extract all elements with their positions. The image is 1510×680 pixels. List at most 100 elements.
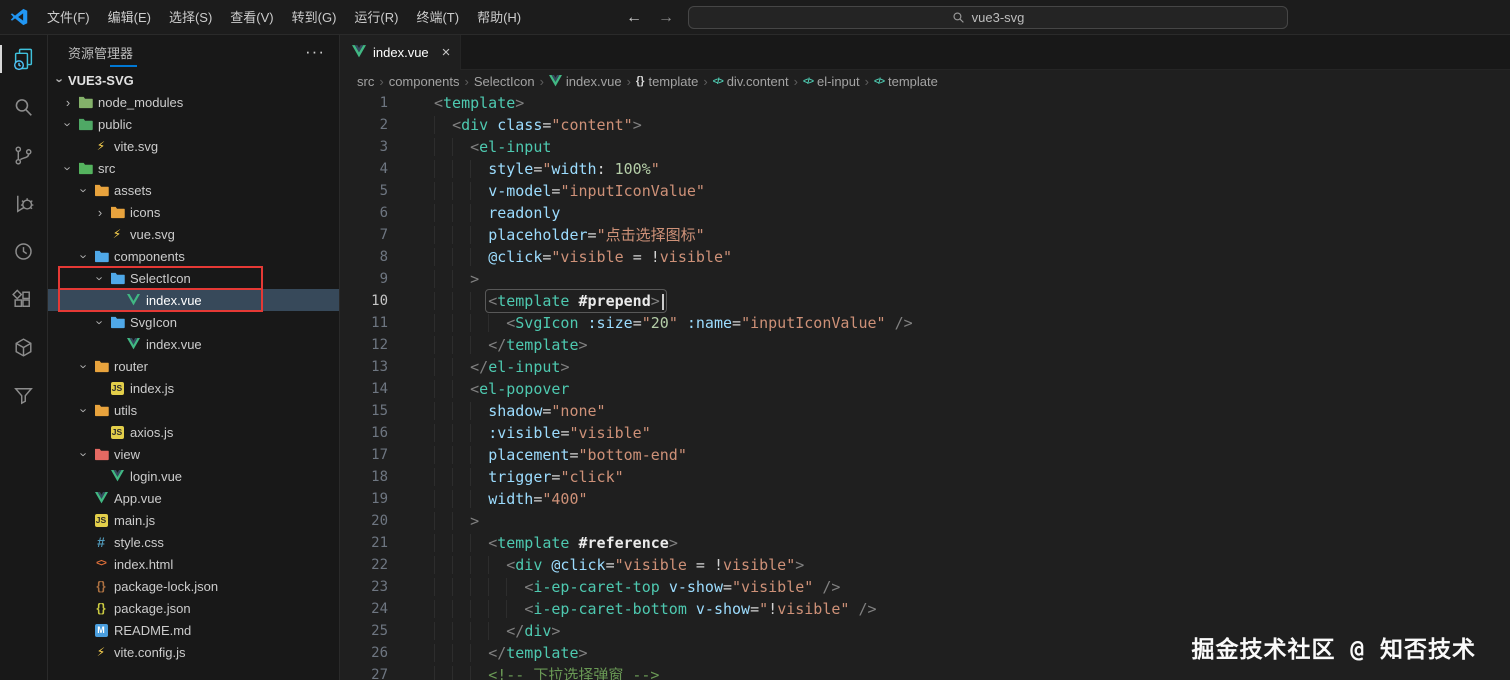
tree-item-login.vue[interactable]: login.vue (48, 465, 339, 487)
code-line[interactable]: 13 </el-input> (340, 356, 1510, 378)
menu-v[interactable]: 查看(V) (221, 0, 282, 35)
code-line[interactable]: 9 > (340, 268, 1510, 290)
breadcrumb-item[interactable]: components (389, 74, 460, 89)
code-line[interactable]: 11 <SvgIcon :size="20" :name="inputIconV… (340, 312, 1510, 334)
breadcrumb-item[interactable]: </> template (874, 74, 938, 89)
activity-container[interactable] (0, 323, 47, 371)
code-line[interactable]: 8 @click="visible = !visible" (340, 246, 1510, 268)
line-number: 10 (371, 293, 388, 309)
close-tab-button[interactable]: × (442, 44, 451, 61)
breadcrumb-item[interactable]: index.vue (548, 74, 622, 89)
code-line[interactable]: 21 <template #reference> (340, 532, 1510, 554)
tree-item-README.md[interactable]: M README.md (48, 619, 339, 641)
tree-item-App.vue[interactable]: App.vue (48, 487, 339, 509)
code-line[interactable]: 17 placement="bottom-end" (340, 444, 1510, 466)
menu-f[interactable]: 文件(F) (38, 0, 99, 35)
back-arrow-button[interactable]: ← (626, 9, 642, 27)
tree-item-package-lock.json[interactable]: {} package-lock.json (48, 575, 339, 597)
tree-item-utils[interactable]: › utils (48, 399, 339, 421)
more-actions-button[interactable]: ··· (305, 42, 325, 62)
breadcrumb-item[interactable]: src (357, 74, 374, 89)
menu-r[interactable]: 运行(R) (345, 0, 407, 35)
code-line[interactable]: 12 </template> (340, 334, 1510, 356)
indent-guide (434, 424, 452, 442)
text-cursor (661, 293, 664, 310)
menu-t[interactable]: 终端(T) (407, 0, 468, 35)
code-line[interactable]: 22 <div @click="visible = !visible"> (340, 554, 1510, 576)
code-line[interactable]: 15 shadow="none" (340, 400, 1510, 422)
tree-item-vue.svg[interactable]: ⚡ vue.svg (48, 223, 339, 245)
tree-item-router[interactable]: › router (48, 355, 339, 377)
indent-guide (452, 314, 470, 332)
tree-item-icons[interactable]: › icons (48, 201, 339, 223)
tree-item-index.vue[interactable]: index.vue (48, 288, 339, 312)
tree-item-axios.js[interactable]: JS axios.js (48, 421, 339, 443)
indent-guide (470, 204, 488, 222)
tree-item-node_modules[interactable]: › node_modules (48, 91, 339, 113)
code-content: trigger="click" (388, 466, 623, 488)
code-content: <el-popover (388, 378, 569, 400)
tab-index-vue[interactable]: index.vue × (340, 35, 462, 70)
tree-item-style.css[interactable]: # style.css (48, 531, 339, 553)
code-line[interactable]: 18 trigger="click" (340, 466, 1510, 488)
menu-g[interactable]: 转到(G) (283, 0, 346, 35)
tree-item-assets[interactable]: › assets (48, 179, 339, 201)
code-line[interactable]: 1 <template> (340, 92, 1510, 114)
indent-guide (434, 600, 452, 618)
indent-guide (488, 600, 506, 618)
command-center-search[interactable]: vue3-svg (688, 6, 1288, 29)
tree-item-SvgIcon[interactable]: › SvgIcon (48, 311, 339, 333)
code-line[interactable]: 10 <template #prepend> (340, 289, 1510, 313)
tree-item-src[interactable]: › src (48, 157, 339, 179)
code-line[interactable]: 3 <el-input (340, 136, 1510, 158)
tree-item-main.js[interactable]: JS main.js (48, 509, 339, 531)
tree-item-view[interactable]: › view (48, 443, 339, 465)
activity-source-control[interactable] (0, 131, 47, 179)
line-number: 23 (371, 579, 388, 595)
activity-clock[interactable] (0, 227, 47, 275)
breadcrumb-item[interactable]: </> el-input (803, 74, 860, 89)
code-line[interactable]: 27 <!-- 下拉选择弹窗 --> (340, 664, 1510, 680)
code-line[interactable]: 4 style="width: 100%" (340, 158, 1510, 180)
menu-s[interactable]: 选择(S) (160, 0, 221, 35)
tree-item-index.vue[interactable]: index.vue (48, 333, 339, 355)
code-content: <i-ep-caret-top v-show="visible" /> (388, 576, 840, 598)
code-line[interactable]: 23 <i-ep-caret-top v-show="visible" /> (340, 576, 1510, 598)
tree-item-public[interactable]: › public (48, 113, 339, 135)
chevron-down-icon: › (92, 319, 108, 325)
code-line[interactable]: 24 <i-ep-caret-bottom v-show="!visible" … (340, 598, 1510, 620)
tree-item-SelectIcon[interactable]: › SelectIcon (48, 266, 339, 290)
forward-arrow-button[interactable]: → (658, 9, 674, 27)
code-line[interactable]: 20 > (340, 510, 1510, 532)
activity-explorer[interactable] (0, 35, 47, 83)
js-icon: JS (94, 513, 108, 527)
tree-item-label: axios.js (130, 424, 174, 440)
tree-item-vite.config.js[interactable]: ⚡ vite.config.js (48, 641, 339, 663)
code-line[interactable]: 5 v-model="inputIconValue" (340, 180, 1510, 202)
code-line[interactable]: 2 <div class="content"> (340, 114, 1510, 136)
tree-item-index.js[interactable]: JS index.js (48, 377, 339, 399)
code-line[interactable]: 19 width="400" (340, 488, 1510, 510)
indent-guide (452, 600, 470, 618)
indent-guide (452, 204, 470, 222)
tree-root-vue3-svg[interactable]: › VUE3-SVG (48, 69, 339, 91)
tree-item-index.html[interactable]: <> index.html (48, 553, 339, 575)
breadcrumb-item[interactable]: {} template (636, 74, 698, 89)
activity-search[interactable] (0, 83, 47, 131)
code-editor[interactable]: 1 <template> 2 <div class="content"> 3 <el-… (340, 92, 1510, 680)
tree-item-vite.svg[interactable]: ⚡ vite.svg (48, 135, 339, 157)
activity-extensions[interactable] (0, 275, 47, 323)
code-line[interactable]: 14 <el-popover (340, 378, 1510, 400)
tree-item-package.json[interactable]: {} package.json (48, 597, 339, 619)
code-line[interactable]: 7 placeholder="点击选择图标" (340, 224, 1510, 246)
code-line[interactable]: 16 :visible="visible" (340, 422, 1510, 444)
menu-h[interactable]: 帮助(H) (468, 0, 530, 35)
breadcrumb-item[interactable]: SelectIcon (474, 74, 535, 89)
activity-run-debug[interactable] (0, 179, 47, 227)
breadcrumb-separator: › (379, 73, 384, 89)
menu-e[interactable]: 编辑(E) (99, 0, 160, 35)
breadcrumb-item[interactable]: </> div.content (713, 74, 789, 89)
tree-item-components[interactable]: › components (48, 245, 339, 267)
code-line[interactable]: 6 readonly (340, 202, 1510, 224)
activity-filter[interactable] (0, 371, 47, 419)
